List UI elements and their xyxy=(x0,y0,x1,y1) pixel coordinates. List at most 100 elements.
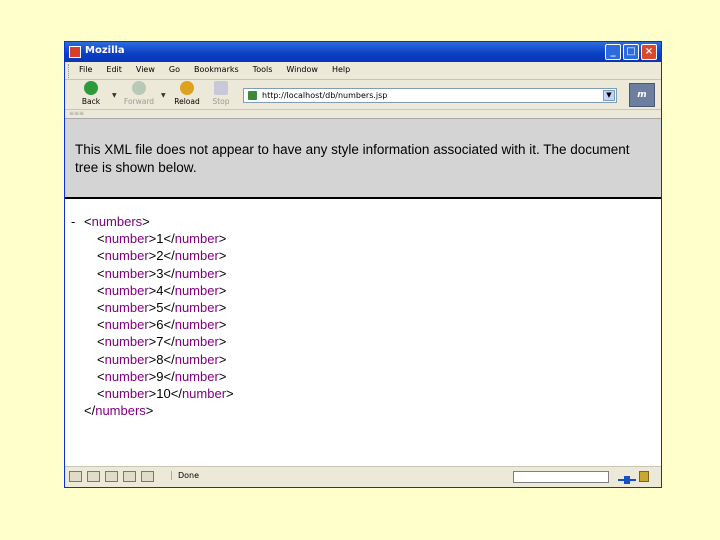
reload-button[interactable]: Reload xyxy=(169,81,205,109)
tag-name: number xyxy=(174,334,219,350)
menu-bar: File Edit View Go Bookmarks Tools Window… xyxy=(65,62,661,80)
personal-toolbar: ≡≡≡ xyxy=(65,110,661,119)
menu-help[interactable]: Help xyxy=(332,65,350,74)
xml-number-line: <number>1</number> xyxy=(71,230,234,247)
root-open-tag: <numbers> xyxy=(84,214,150,229)
tag-name: number xyxy=(104,248,149,264)
tag-name: number xyxy=(104,282,149,298)
xml-number-line: <number>2</number> xyxy=(71,247,234,264)
tag-name: number xyxy=(104,351,149,367)
menu-tools[interactable]: Tools xyxy=(253,65,273,74)
toolbar-grip[interactable] xyxy=(68,64,71,78)
forward-dropdown-icon[interactable]: ▼ xyxy=(161,92,166,99)
page-content: This XML file does not appear to have an… xyxy=(65,119,661,466)
menu-edit[interactable]: Edit xyxy=(106,65,122,74)
url-dropdown-icon[interactable]: ▼ xyxy=(603,90,615,101)
throbber-logo[interactable]: m xyxy=(629,83,655,107)
xml-root-close-line: </numbers> xyxy=(71,402,234,419)
reload-icon xyxy=(180,81,194,95)
stop-button[interactable]: Stop xyxy=(203,81,239,109)
online-indicator-icon[interactable] xyxy=(618,471,636,484)
back-arrow-icon xyxy=(84,81,98,95)
tag-name: number xyxy=(174,231,219,247)
menu-window[interactable]: Window xyxy=(286,65,318,74)
progress-bar xyxy=(513,471,609,483)
number-value: 3 xyxy=(156,265,164,281)
number-value: 5 xyxy=(156,299,164,315)
stop-icon xyxy=(214,81,228,95)
number-open-tag: <number> xyxy=(97,334,157,350)
menu-bookmarks[interactable]: Bookmarks xyxy=(194,65,239,74)
menu-view[interactable]: View xyxy=(136,65,155,74)
number-value: 10 xyxy=(156,385,171,401)
address-book-icon[interactable] xyxy=(123,471,136,482)
number-value: 1 xyxy=(156,231,164,247)
xml-number-line: <number>4</number> xyxy=(71,282,234,299)
number-close-tag: </number> xyxy=(163,351,227,367)
tag-name: number xyxy=(174,351,219,367)
xml-number-line: <number>9</number> xyxy=(71,368,234,385)
navigator-icon[interactable] xyxy=(69,471,82,482)
number-value: 8 xyxy=(156,351,164,367)
tag-name: numbers xyxy=(95,403,146,419)
tag-name: number xyxy=(104,368,149,384)
composer-icon[interactable] xyxy=(105,471,118,482)
tag-name: number xyxy=(104,317,149,333)
xml-tree: - <numbers> <number>1</number> <number>2</… xyxy=(71,213,234,419)
number-open-tag: <number> xyxy=(97,351,157,367)
xml-number-line: <number>5</number> xyxy=(71,299,234,316)
number-close-tag: </number> xyxy=(163,248,227,264)
close-button[interactable]: × xyxy=(641,44,657,60)
number-value: 9 xyxy=(156,368,164,384)
number-close-tag: </number> xyxy=(163,368,227,384)
tag-name: number xyxy=(174,317,219,333)
number-open-tag: <number> xyxy=(97,248,157,264)
xml-number-line: <number>10</number> xyxy=(71,385,234,402)
forward-arrow-icon xyxy=(132,81,146,95)
chat-icon[interactable] xyxy=(141,471,154,482)
root-close-tag: </numbers> xyxy=(84,403,154,419)
status-bar: Done xyxy=(65,466,661,487)
tag-name: number xyxy=(104,265,149,281)
tag-name: number xyxy=(104,231,149,247)
minimize-button[interactable]: _ xyxy=(605,44,621,60)
number-open-tag: <number> xyxy=(97,231,157,247)
tag-name: number xyxy=(104,385,149,401)
tag-name: number xyxy=(181,385,227,401)
window-title: Mozilla xyxy=(85,45,125,56)
xml-root-open-line: - <numbers> xyxy=(71,213,234,230)
xml-number-line: <number>6</number> xyxy=(71,316,234,333)
title-bar[interactable]: Mozilla _ □ × xyxy=(65,42,661,62)
maximize-button[interactable]: □ xyxy=(623,44,639,60)
number-close-tag: </number> xyxy=(163,317,227,333)
number-open-tag: <number> xyxy=(97,265,157,281)
number-close-tag: </number> xyxy=(163,231,227,247)
menu-go[interactable]: Go xyxy=(169,65,180,74)
number-open-tag: <number> xyxy=(97,317,157,333)
back-button[interactable]: Back xyxy=(73,81,109,109)
tag-name: number xyxy=(174,368,219,384)
forward-button[interactable]: Forward xyxy=(121,81,157,109)
number-value: 7 xyxy=(156,334,164,350)
xml-number-line: <number>7</number> xyxy=(71,333,234,350)
number-close-tag: </number> xyxy=(163,334,227,350)
menu-file[interactable]: File xyxy=(79,65,92,74)
number-value: 6 xyxy=(156,317,164,333)
number-close-tag: </number> xyxy=(170,385,234,401)
url-text[interactable]: http://localhost/db/numbers.jsp xyxy=(262,89,387,102)
tag-name: number xyxy=(174,282,219,298)
number-open-tag: <number> xyxy=(97,385,157,401)
number-close-tag: </number> xyxy=(163,299,227,315)
address-bar[interactable]: http://localhost/db/numbers.jsp ▼ xyxy=(243,88,617,103)
back-dropdown-icon[interactable]: ▼ xyxy=(112,92,117,99)
number-value: 4 xyxy=(156,282,164,298)
security-lock-icon[interactable] xyxy=(639,471,649,482)
collapse-toggle[interactable]: - xyxy=(71,213,84,230)
tag-name: number xyxy=(104,334,149,350)
mail-icon[interactable] xyxy=(87,471,100,482)
number-open-tag: <number> xyxy=(97,368,157,384)
mozilla-icon xyxy=(69,46,81,58)
number-close-tag: </number> xyxy=(163,282,227,298)
xml-number-line: <number>3</number> xyxy=(71,265,234,282)
personal-toolbar-grip[interactable]: ≡≡≡ xyxy=(69,110,84,117)
